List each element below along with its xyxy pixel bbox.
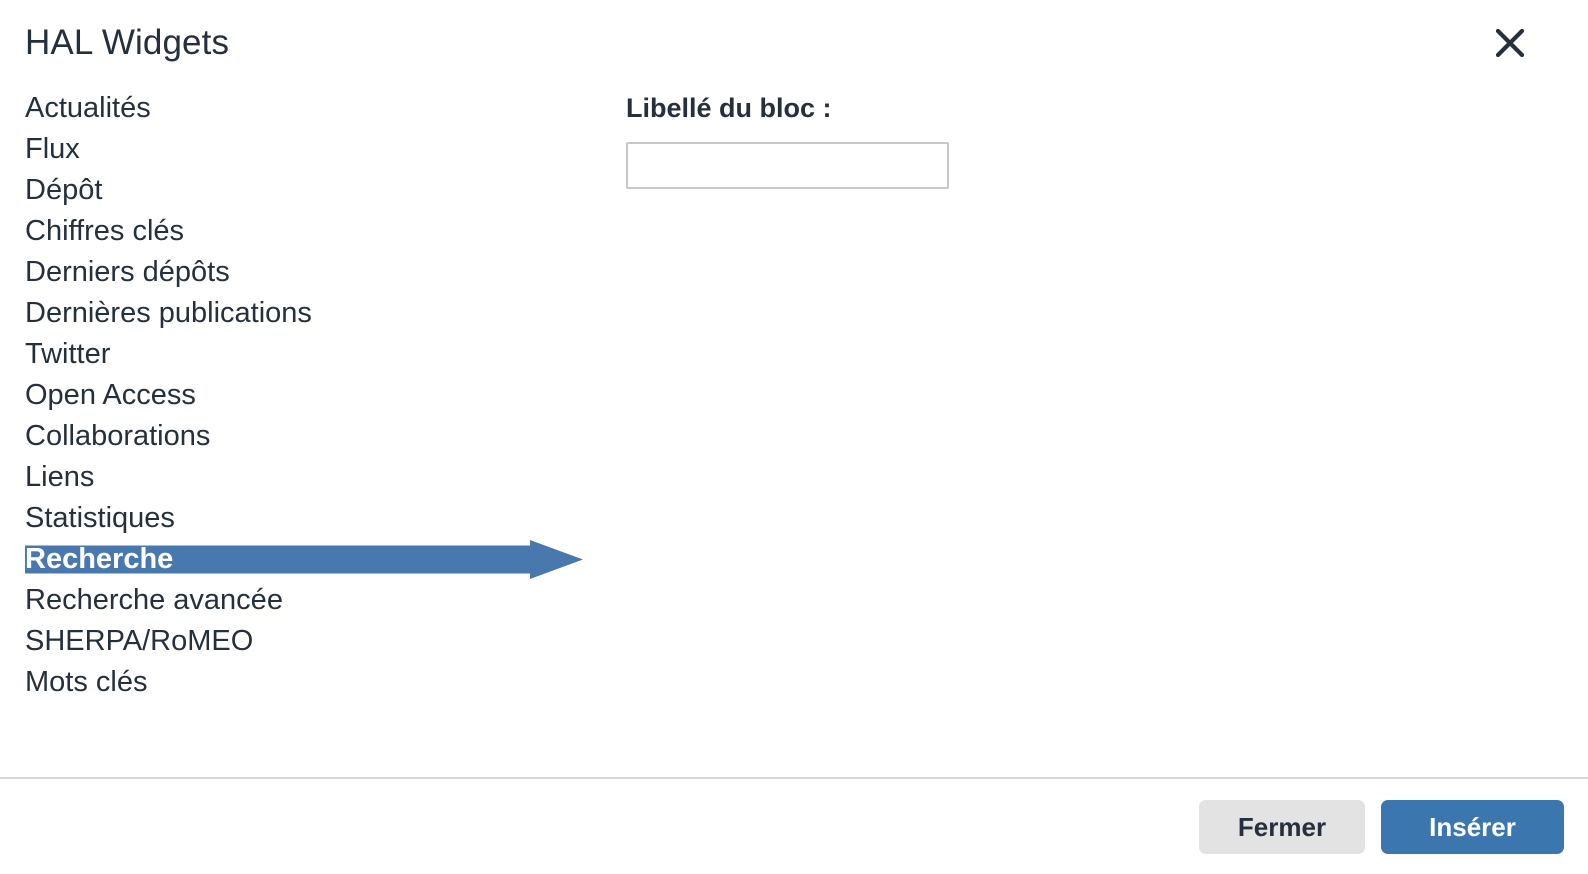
list-item[interactable]: Open Access [0,375,600,416]
block-label-field-group: Libellé du bloc : [626,88,949,189]
list-item-label: Liens [25,461,95,493]
close-icon-glyph [1495,28,1525,58]
list-item[interactable]: Twitter [0,334,600,375]
close-button[interactable]: Fermer [1199,799,1365,854]
list-item[interactable]: Actualités [0,88,600,129]
widget-type-list: Actualités Flux Dépôt Chiffres clés Dern… [0,88,600,703]
page-title: HAL Widgets [25,23,230,62]
list-item-label: Flux [25,133,80,165]
list-item-label: SHERPA/RoMEO [25,625,254,657]
dialog-footer: Fermer Insérer [0,777,1588,874]
list-item-label: Recherche [25,543,174,575]
hal-widgets-dialog: HAL Widgets Actualités Flux Dépôt Chiffr… [0,0,1588,874]
list-item-label: Recherche avancée [25,584,283,616]
list-item-label: Actualités [25,92,151,124]
list-item[interactable]: Derniers dépôts [0,252,600,293]
block-label-input[interactable] [626,142,949,189]
list-item[interactable]: Collaborations [0,416,600,457]
list-item[interactable]: Dépôt [0,170,600,211]
list-item[interactable]: Statistiques [0,498,600,539]
list-item[interactable]: Mots clés [0,662,600,703]
list-item-label: Mots clés [25,666,148,698]
list-item-label: Statistiques [25,502,175,534]
dialog-body: Actualités Flux Dépôt Chiffres clés Dern… [0,88,1588,777]
dialog-header: HAL Widgets [0,0,1588,88]
list-item-label: Chiffres clés [25,215,185,247]
insert-button[interactable]: Insérer [1381,799,1564,854]
list-item[interactable]: Liens [0,457,600,498]
list-item[interactable]: Chiffres clés [0,211,600,252]
list-item-label: Dépôt [25,174,103,206]
list-item-label: Twitter [25,338,111,370]
list-item-label: Derniers dépôts [25,256,230,288]
list-item[interactable]: Recherche avancée [0,580,600,621]
close-icon[interactable] [1489,22,1531,64]
list-item-label: Collaborations [25,420,211,452]
list-item-label: Open Access [25,379,196,411]
list-item[interactable]: Flux [0,129,600,170]
list-item-selected[interactable]: Recherche [0,539,600,580]
block-label-caption: Libellé du bloc : [626,93,832,123]
list-item-label: Dernières publications [25,297,312,329]
list-item[interactable]: SHERPA/RoMEO [0,621,600,662]
list-item[interactable]: Dernières publications [0,293,600,334]
